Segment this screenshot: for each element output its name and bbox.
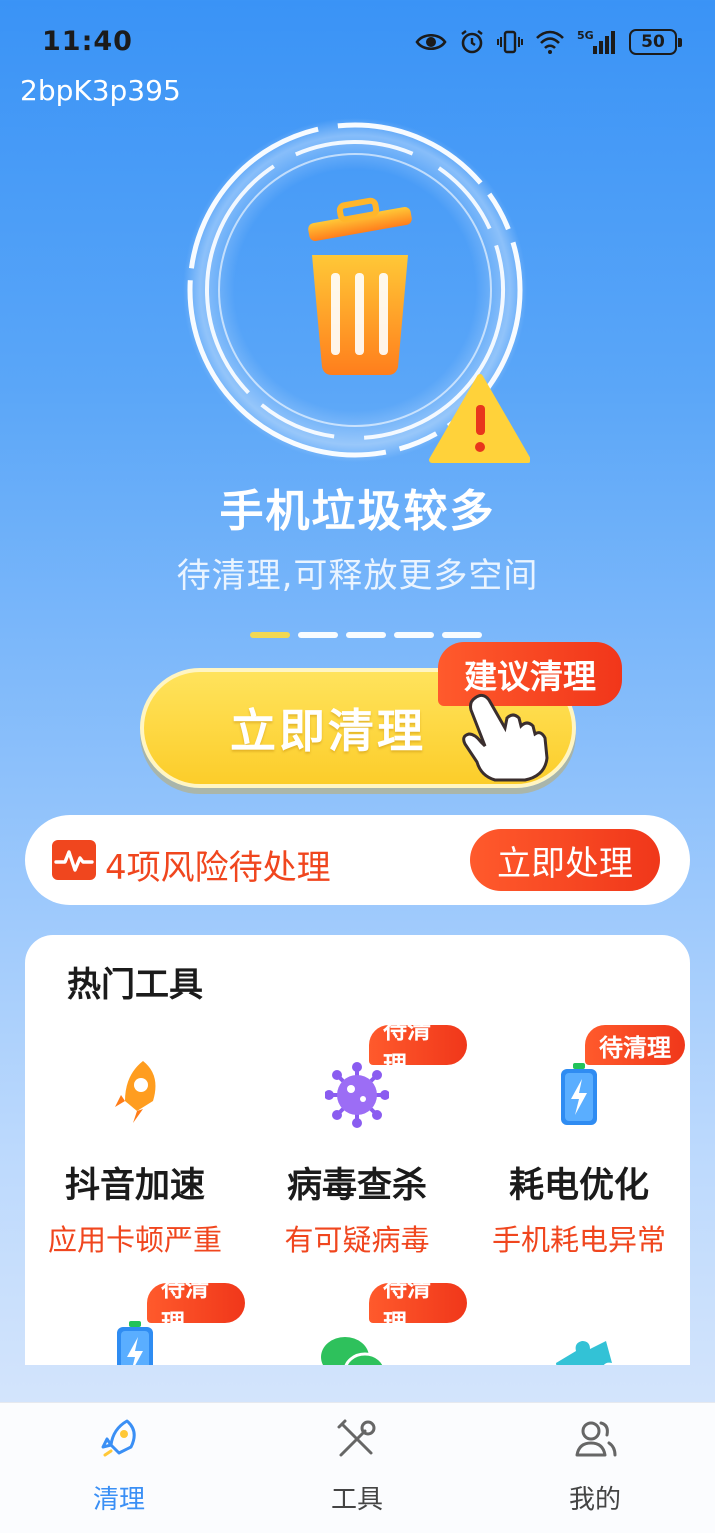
battery-icon [561,1063,597,1125]
tool-battery-optimize[interactable]: 待清理 耗电优化 手机耗电异常 [469,935,689,1257]
wifi-icon [536,30,564,54]
tool-douyin-boost[interactable]: 抖音加速 应用卡顿严重 [25,935,245,1257]
nav-label: 我的 [568,1485,621,1515]
hero-section [0,110,715,500]
rocket-icon [101,1419,136,1457]
tap-hand-icon [462,693,549,782]
network-label: 5G [577,29,594,42]
ring-graphic [183,118,531,463]
signal-5g-icon: 5G [577,29,615,54]
pager-dot [442,632,482,638]
trash-can-icon [308,197,412,375]
heartbeat-icon [52,840,96,880]
status-icons: 5G 50 [415,26,682,58]
pager-dot [250,632,290,638]
virus-icon [325,1062,389,1128]
hot-tools-card: 热门工具 抖音加速 应用卡顿严重 待清理 病毒查杀 有可疑病毒 待清理 耗电优化… [25,935,690,1365]
handle-now-button[interactable]: 立即处理 [470,829,660,891]
risk-count-text: 4项风险待处理 [105,848,331,888]
nav-item-clean[interactable]: 清理 [0,1403,238,1533]
nav-item-mine[interactable]: 我的 [476,1403,714,1533]
junk-subline: 待清理,可释放更多空间 [176,556,539,596]
pager-dot [298,632,338,638]
nav-label: 清理 [92,1485,145,1515]
battery-level: 50 [641,32,665,52]
junk-headline: 手机垃圾较多 [219,486,496,537]
rocket-icon [115,1061,156,1123]
nav-label: 工具 [330,1485,383,1515]
risk-card: 4项风险待处理 立即处理 [25,815,690,905]
wechat-icon [321,1337,386,1365]
tool-battery-2[interactable]: 待清理 [25,1193,245,1365]
pager-dot [346,632,386,638]
puzzle-icon [556,1341,612,1365]
tool-puzzle[interactable] [469,1193,689,1365]
tool-wechat-clean[interactable]: 待清理 [247,1193,467,1365]
tool-virus-scan[interactable]: 待清理 病毒查杀 有可疑病毒 [247,935,467,1257]
battery-icon [117,1321,153,1365]
pager-dot [394,632,434,638]
status-bar: 11:40 5G 50 [0,0,715,80]
tools-icon [337,1419,376,1457]
eye-icon [415,33,447,51]
vibrate-icon [497,30,523,54]
device-id: 2bpK3p395 [20,74,181,107]
scan-ring [180,115,531,465]
user-icon [575,1421,617,1457]
status-time: 11:40 [42,26,133,57]
nav-item-tools[interactable]: 工具 [238,1403,476,1533]
battery-indicator: 50 [629,29,682,55]
alarm-icon [461,30,483,54]
bottom-nav: 清理 工具 我的 [0,1402,715,1533]
pager-indicator [250,632,482,638]
